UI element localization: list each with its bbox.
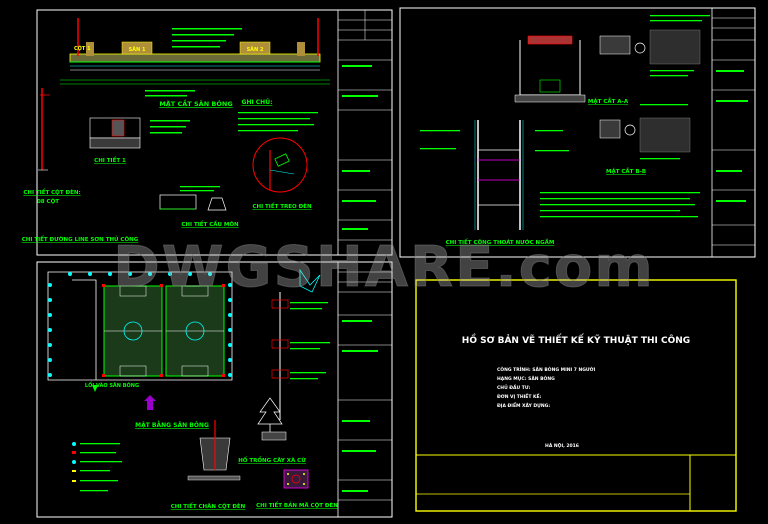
goal-detail-drawing bbox=[159, 186, 227, 211]
title-tree-pit: HỐ TRỒNG CÂY XÀ CỪ bbox=[238, 455, 306, 464]
cover-sheet[interactable]: HỒ SƠ BẢN VẼ THIẾT KẾ KỸ THUẬT THI CÔNG … bbox=[415, 279, 737, 512]
title-detail-1: CHI TIẾT 1 bbox=[94, 156, 126, 164]
title-lamp-hanging-detail: CHI TIẾT TREO ĐÈN bbox=[252, 202, 312, 210]
lamp-pole-count: 08 CỘT bbox=[37, 198, 59, 205]
title-field-section: MẶT CẮT SÂN BÓNG bbox=[159, 98, 232, 108]
drain-plan-drawing bbox=[420, 120, 569, 230]
title-base-plate: CHI TIẾT BẢN MÃ CỘT ĐÈN bbox=[256, 501, 338, 509]
base-plate-drawing bbox=[283, 469, 309, 489]
entrance-label: LỐI VÀO SÂN BÓNG bbox=[85, 381, 139, 389]
field-section-drawing bbox=[60, 18, 330, 85]
title-site-plan: MẶT BẰNG SÂN BÓNG bbox=[135, 421, 209, 429]
section-label-san-1: SÂN 1 bbox=[129, 46, 146, 53]
cad-drawing-canvas[interactable]: SÂN 1 SÂN 2 CỘT 1 MẶT CẮT SÂN BÓNG CHI T… bbox=[0, 0, 768, 524]
cover-line-category: HẠNG MỤC: SÂN BÓNG bbox=[497, 375, 555, 382]
sheet-3[interactable]: LỐI VÀO SÂN BÓNG MẶT BẰNG SÂN BÓNG HỐ TR… bbox=[36, 261, 393, 518]
title-notes: GHI CHÚ: bbox=[242, 99, 273, 106]
cover-date: HÀ NỘI, 2016 bbox=[545, 442, 579, 449]
section-b-b-drawing bbox=[599, 104, 691, 160]
pole-label: CỘT 1 bbox=[74, 45, 91, 52]
section-label-san-2: SÂN 2 bbox=[247, 46, 264, 53]
legend bbox=[72, 442, 122, 492]
title-goal-detail: CHI TIẾT CẦU MÔN bbox=[181, 219, 239, 228]
sheet-2[interactable]: MẶT CẮT A-A MẶT CẮT B-B CHI TIẾT CÔNG TH… bbox=[399, 7, 756, 258]
lamp-pole-drawing bbox=[38, 88, 50, 171]
lamp-hanging-detail-drawing bbox=[252, 137, 308, 193]
detail-1-drawing bbox=[89, 117, 190, 149]
title-lamp-pole: CHI TIẾT CỘT ĐÈN: bbox=[23, 188, 80, 196]
title-section-b-b: MẶT CẮT B-B bbox=[606, 167, 646, 175]
pole-base-drawing bbox=[187, 420, 241, 481]
sheet-1[interactable]: SÂN 1 SÂN 2 CỘT 1 MẶT CẮT SÂN BÓNG CHI T… bbox=[22, 9, 393, 256]
title-section-a-a: MẶT CẮT A-A bbox=[588, 97, 629, 105]
watermark: DWGSHARE.com bbox=[113, 235, 654, 300]
title-pole-base: CHI TIẾT CHÂN CỘT ĐÈN bbox=[171, 502, 246, 510]
tree-pit-drawing bbox=[257, 397, 287, 441]
section-a-a-drawing bbox=[514, 15, 710, 103]
